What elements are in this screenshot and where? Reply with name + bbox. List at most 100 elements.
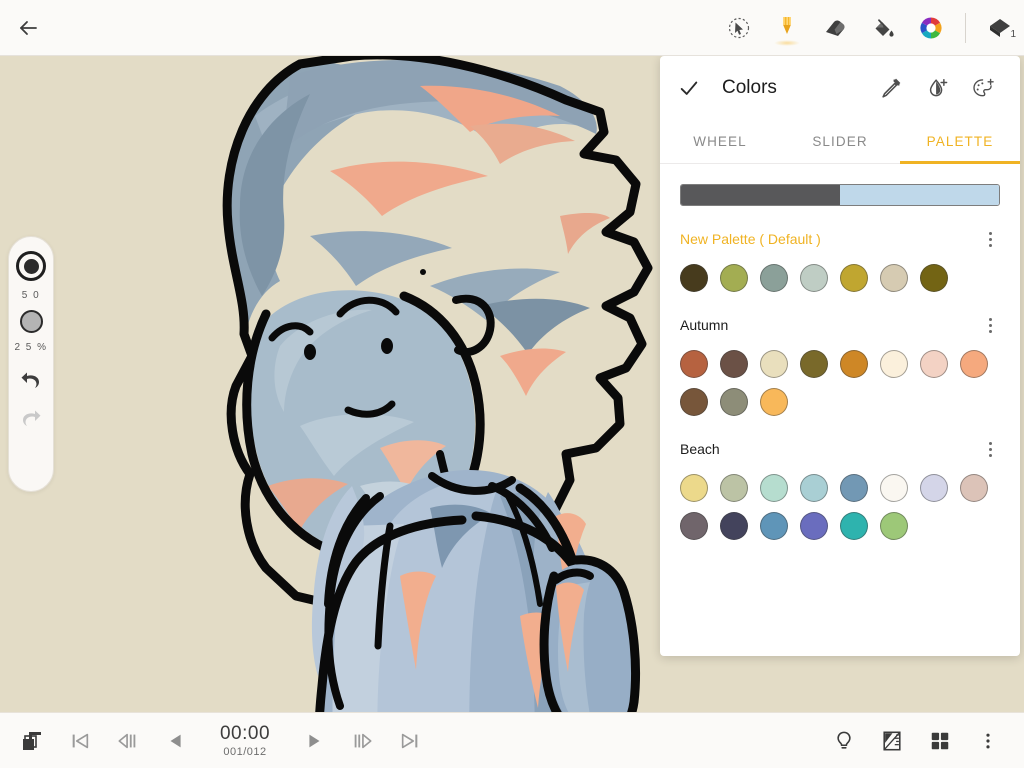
redo-icon [23, 410, 41, 426]
palette-menu-button[interactable] [980, 317, 1000, 333]
undo-button[interactable] [11, 362, 51, 400]
tab-slider[interactable]: SLIDER [780, 120, 900, 163]
color-swatch[interactable] [840, 264, 868, 292]
color-swatch[interactable] [880, 512, 908, 540]
undo-icon [21, 372, 39, 388]
palette-swatch-row [680, 474, 1000, 502]
color-swatch[interactable] [800, 350, 828, 378]
color-swatch[interactable] [680, 388, 708, 416]
brush-tool-icon [783, 16, 791, 34]
redo-button[interactable] [11, 400, 51, 438]
color-swatch[interactable] [800, 512, 828, 540]
tab-palette[interactable]: PALETTE [900, 120, 1020, 164]
palette-header: Beach [680, 438, 1000, 460]
layers-button[interactable]: 1 [976, 4, 1024, 52]
add-color-button[interactable] [914, 65, 960, 111]
color-swatch[interactable] [800, 474, 828, 502]
drawing-app-window: 1 5 0 2 5 % Colors WHEEL SLIDER PALETTE … [0, 0, 1024, 768]
grid-view-button[interactable] [916, 717, 964, 765]
color-swatch[interactable] [880, 350, 908, 378]
color-swatch[interactable] [720, 474, 748, 502]
colors-panel: Colors WHEEL SLIDER PALETTE New Palette … [660, 56, 1020, 656]
back-button[interactable] [0, 0, 56, 56]
palette-group: Beach [680, 438, 1000, 540]
color-swatch[interactable] [760, 350, 788, 378]
step-back-frames-button[interactable] [104, 717, 152, 765]
brush-size-indicator [23, 258, 39, 274]
color-swatch[interactable] [840, 350, 868, 378]
color-swatch[interactable] [880, 474, 908, 502]
color-swatch[interactable] [720, 388, 748, 416]
selection-tool-button[interactable] [715, 4, 763, 52]
brush-size-button[interactable] [16, 251, 46, 281]
fill-tool-button[interactable] [859, 4, 907, 52]
confirm-color-button[interactable] [678, 77, 704, 99]
palette-name: Beach [680, 441, 720, 457]
back-arrow-icon [20, 20, 37, 35]
brush-settings-panel: 5 0 2 5 % [8, 236, 54, 492]
color-swatch[interactable] [680, 512, 708, 540]
color-swatch[interactable] [960, 474, 988, 502]
color-swatch[interactable] [680, 350, 708, 378]
color-swatch[interactable] [720, 264, 748, 292]
eyedropper-icon [882, 78, 901, 98]
skip-to-end-button[interactable] [386, 717, 434, 765]
frames-stack-icon [23, 731, 41, 750]
layers-icon [990, 18, 1010, 37]
color-swatch[interactable] [760, 388, 788, 416]
frame-counter-value: 001/012 [223, 746, 267, 758]
step-forward-frames-button[interactable] [338, 717, 386, 765]
color-swatch[interactable] [760, 474, 788, 502]
brush-tool-button[interactable] [763, 4, 811, 52]
previous-frame-button[interactable] [152, 717, 200, 765]
color-swatch[interactable] [760, 512, 788, 540]
skip-to-start-icon [72, 733, 89, 748]
palette-swatch-rows [680, 350, 1000, 416]
color-swatch[interactable] [720, 512, 748, 540]
onion-skin-button[interactable] [820, 717, 868, 765]
overflow-menu-button[interactable] [964, 717, 1012, 765]
color-wheel-icon [920, 16, 942, 38]
current-color-bar[interactable] [680, 184, 1000, 206]
colors-panel-tabs: WHEEL SLIDER PALETTE [660, 120, 1020, 164]
kebab-dot [988, 317, 992, 321]
kebab-dot [988, 237, 992, 241]
palette-swatch-row [680, 350, 1000, 378]
color-swatch[interactable] [680, 264, 708, 292]
tab-wheel[interactable]: WHEEL [660, 120, 780, 163]
color-swatch[interactable] [920, 264, 948, 292]
lightbulb-icon [837, 731, 851, 749]
toolbar-divider [965, 12, 966, 43]
color-swatch[interactable] [840, 474, 868, 502]
colors-panel-header: Colors [660, 56, 1020, 120]
timecode-display[interactable]: 00:00 001/012 [200, 723, 290, 758]
ruler-tools-button[interactable] [868, 717, 916, 765]
kebab-dot [988, 329, 992, 333]
skip-to-start-button[interactable] [56, 717, 104, 765]
color-swatch[interactable] [680, 474, 708, 502]
color-swatch[interactable] [840, 512, 868, 540]
eyedropper-button[interactable] [868, 65, 914, 111]
color-swatch[interactable] [880, 264, 908, 292]
palette-menu-button[interactable] [980, 441, 1000, 457]
play-icon [309, 734, 320, 747]
eraser-tool-button[interactable] [811, 4, 859, 52]
palette-name: New Palette ( Default ) [680, 231, 821, 247]
step-back-frames-icon [118, 733, 136, 748]
grid-icon [931, 732, 949, 749]
kebab-dot [988, 453, 992, 457]
palette-swatch-rows [680, 264, 1000, 292]
add-palette-icon [973, 78, 994, 97]
color-wheel-tool-button[interactable] [907, 4, 955, 52]
play-button[interactable] [290, 717, 338, 765]
color-swatch[interactable] [920, 474, 948, 502]
palette-menu-button[interactable] [980, 231, 1000, 247]
brush-opacity-button[interactable] [19, 310, 43, 333]
color-swatch[interactable] [960, 350, 988, 378]
color-swatch[interactable] [920, 350, 948, 378]
color-swatch[interactable] [800, 264, 828, 292]
color-swatch[interactable] [760, 264, 788, 292]
frames-stack-button[interactable] [8, 717, 56, 765]
add-palette-button[interactable] [960, 65, 1006, 111]
color-swatch[interactable] [720, 350, 748, 378]
